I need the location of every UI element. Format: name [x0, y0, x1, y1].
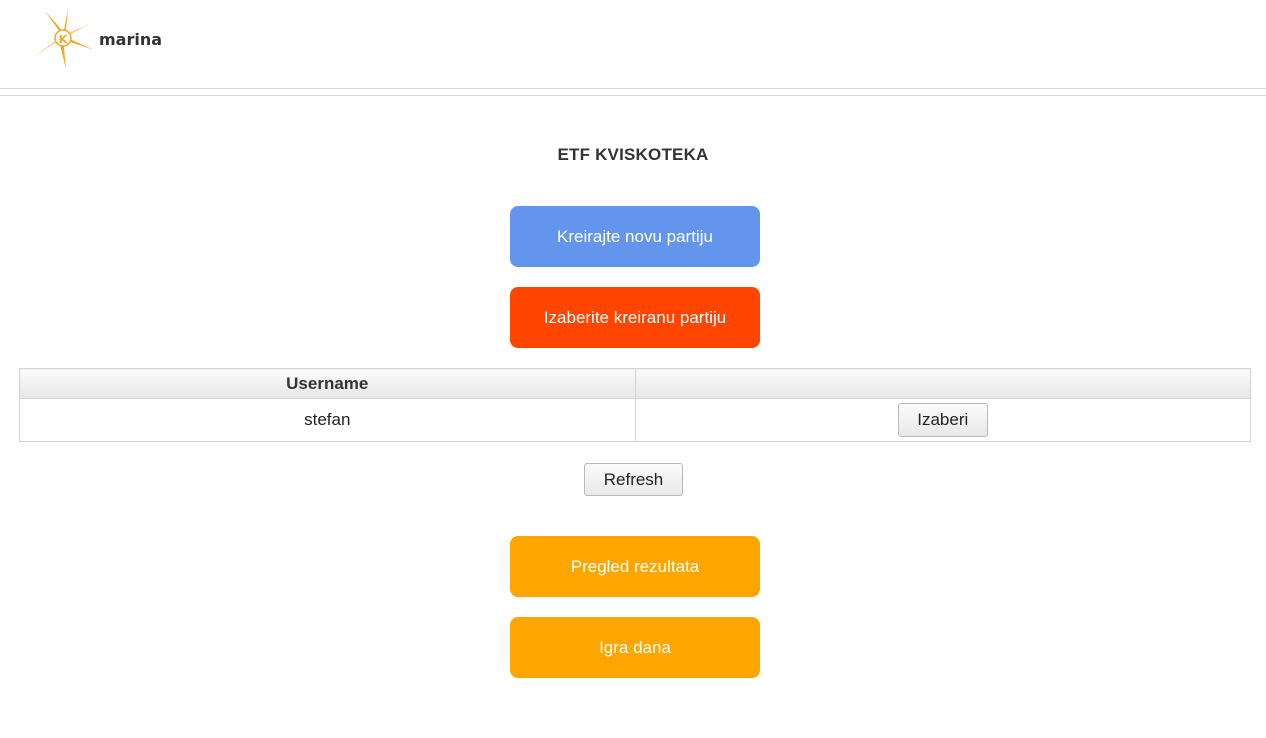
svg-text:K: K: [59, 33, 68, 46]
page-title: ETF KVISKOTEKA: [557, 145, 709, 164]
table-row: stefan Izaberi: [19, 398, 1251, 442]
username-cell: stefan: [19, 398, 636, 442]
create-game-button[interactable]: Kreirajte novu partiju: [510, 206, 760, 267]
table-header-row: Username: [19, 368, 1251, 399]
etf-k-logo-icon: K: [32, 8, 94, 70]
action-cell: Izaberi: [634, 398, 1251, 442]
column-header-username: Username: [19, 368, 636, 399]
daily-game-button[interactable]: Igra dana: [510, 617, 760, 678]
header: K marina: [0, 0, 1266, 89]
user-name: marina: [99, 30, 163, 49]
refresh-button[interactable]: Refresh: [584, 463, 683, 496]
results-button[interactable]: Pregled rezultata: [510, 536, 760, 597]
header-divider: [0, 95, 1266, 96]
select-game-button[interactable]: Izaberi: [897, 403, 988, 437]
choose-game-button[interactable]: Izaberite kreiranu partiju: [510, 287, 760, 348]
column-header-action: [634, 368, 1251, 399]
games-table: Username stefan Izaberi: [19, 368, 1251, 442]
